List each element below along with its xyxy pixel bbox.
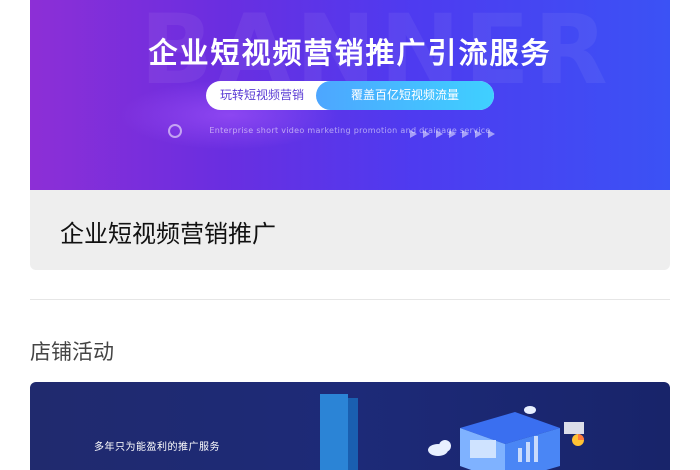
- promo-chart-bar: [534, 436, 538, 462]
- arrows-decoration: [410, 130, 495, 138]
- promo-banner-image[interactable]: 多年只为能盈利的推广服务: [30, 382, 670, 470]
- arrow-right-icon: [410, 130, 417, 138]
- banner-pill-right: 覆盖百亿短视频流量: [316, 81, 494, 110]
- section-divider: [30, 299, 670, 300]
- arrow-right-icon: [423, 130, 430, 138]
- arrow-right-icon: [436, 130, 443, 138]
- section-title: 店铺活动: [30, 340, 114, 364]
- promo-pie-slice: [578, 434, 584, 440]
- promo-cloud-icon: [439, 440, 451, 452]
- promo-illustration: [320, 394, 584, 470]
- promo-text: 多年只为能盈利的推广服务: [94, 442, 220, 453]
- arrow-right-icon: [488, 130, 495, 138]
- promo-cloud-icon: [524, 406, 536, 414]
- arrow-right-icon: [475, 130, 482, 138]
- banner-title: 企业短视频营销推广引流服务: [148, 36, 552, 70]
- banner-pill-group: 玩转短视频营销 覆盖百亿短视频流量: [206, 81, 494, 110]
- card-caption[interactable]: 企业短视频营销推广: [60, 214, 276, 249]
- promo-tower: [320, 394, 348, 470]
- arrow-right-icon: [462, 130, 469, 138]
- service-card[interactable]: BANNER 企业短视频营销推广引流服务 玩转短视频营销 覆盖百亿短视频流量 E…: [30, 0, 670, 270]
- card-caption-bar[interactable]: 企业短视频营销推广: [30, 190, 670, 270]
- promo-panel: [564, 422, 584, 434]
- arrow-right-icon: [449, 130, 456, 138]
- service-banner-image[interactable]: BANNER 企业短视频营销推广引流服务 玩转短视频营销 覆盖百亿短视频流量 E…: [30, 0, 670, 190]
- promo-tower-side: [348, 398, 358, 470]
- promo-screen: [470, 440, 496, 458]
- promo-chart-bar: [518, 448, 522, 462]
- banner-subtitle-en: Enterprise short video marketing promoti…: [209, 126, 491, 135]
- promo-chart-bar: [526, 442, 530, 462]
- banner-pill-left: 玩转短视频营销: [219, 88, 304, 102]
